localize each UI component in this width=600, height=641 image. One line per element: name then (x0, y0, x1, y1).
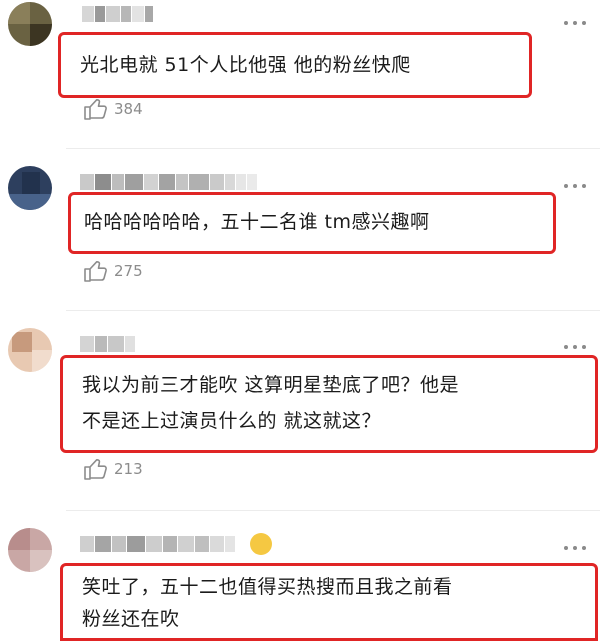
thumbs-up-icon (84, 459, 107, 480)
username-blurred[interactable] (80, 336, 135, 352)
avatar[interactable] (8, 166, 52, 210)
more-dots-icon[interactable] (564, 20, 586, 26)
like-count: 384 (114, 100, 143, 118)
comment-text-line1: 我以为前三才能吹 这算明星垫底了吧？他是 (82, 374, 460, 396)
divider (66, 148, 600, 149)
emoji-icon (250, 533, 272, 555)
comment-text-line2: 粉丝还在吹 (82, 608, 180, 630)
avatar[interactable] (8, 2, 52, 46)
more-dots-icon[interactable] (564, 545, 586, 551)
comment-text-line1: 笑吐了，五十二也值得买热搜而且我之前看 (82, 576, 453, 598)
divider (66, 310, 600, 311)
comment-text: 光北电就 51个人比他强 他的粉丝快爬 (80, 54, 411, 76)
like-button[interactable]: 384 (84, 98, 143, 120)
like-button[interactable]: 275 (84, 260, 143, 282)
username-blurred[interactable] (82, 6, 153, 22)
avatar[interactable] (8, 528, 52, 572)
like-count: 213 (114, 460, 143, 478)
thumbs-up-icon (84, 99, 107, 120)
divider (66, 510, 600, 511)
like-button[interactable]: 213 (84, 458, 143, 480)
more-dots-icon[interactable] (564, 344, 586, 350)
like-count: 275 (114, 262, 143, 280)
username-blurred[interactable] (80, 536, 235, 552)
more-dots-icon[interactable] (564, 183, 586, 189)
comment-text-line2: 不是还上过演员什么的 就这就这？ (82, 410, 382, 432)
username-blurred[interactable] (80, 174, 257, 190)
avatar[interactable] (8, 328, 52, 372)
comment-text: 哈哈哈哈哈哈，五十二名谁 tm感兴趣啊 (84, 211, 430, 233)
thumbs-up-icon (84, 261, 107, 282)
